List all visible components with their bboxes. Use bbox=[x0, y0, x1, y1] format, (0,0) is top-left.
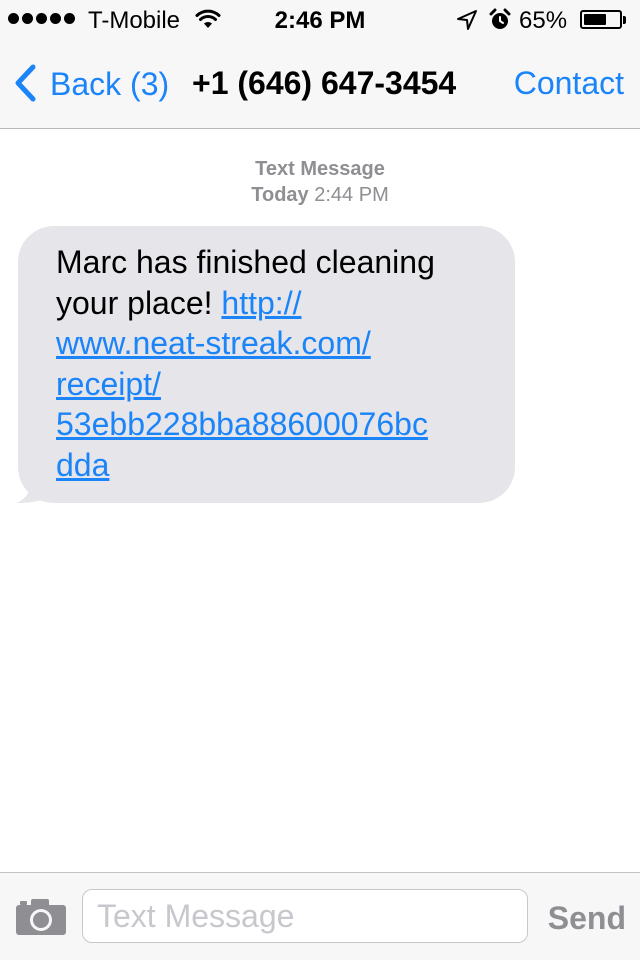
messages-screen: T-Mobile 2:46 PM 65% Back (3) +1 (646) 6… bbox=[0, 0, 640, 960]
alarm-clock-icon bbox=[489, 8, 511, 39]
service-label: Text Message bbox=[255, 158, 385, 180]
date-line: Today 2:44 PM bbox=[0, 182, 640, 208]
camera-icon[interactable] bbox=[16, 899, 66, 940]
link-line: dda bbox=[56, 446, 110, 483]
conversation-title: +1 (646) 647-3454 bbox=[192, 65, 457, 101]
time-label: 2:44 PM bbox=[314, 184, 389, 206]
header: T-Mobile 2:46 PM 65% Back (3) +1 (646) 6… bbox=[0, 0, 640, 129]
back-button[interactable]: Back (3) bbox=[14, 62, 169, 106]
location-arrow-icon bbox=[456, 9, 478, 38]
chevron-left-icon bbox=[14, 64, 36, 107]
message-input[interactable] bbox=[82, 889, 528, 943]
link-line: receipt/ bbox=[56, 365, 161, 402]
battery-icon bbox=[580, 10, 626, 29]
status-bar: T-Mobile 2:46 PM 65% bbox=[0, 0, 640, 40]
message-bubble-wrap: Marc has finished cleaning your place! h… bbox=[16, 226, 515, 503]
send-button[interactable]: Send bbox=[548, 900, 626, 937]
composer-bar: Send bbox=[0, 872, 640, 960]
link-line: http:// bbox=[221, 284, 302, 321]
link-line: 53ebb228bba88600076bc bbox=[56, 406, 428, 442]
message-text: Marc has finished cleaning your place! bbox=[56, 244, 435, 321]
link-line: www.neat-streak.com/ bbox=[56, 325, 371, 361]
thread-timestamp: Text Message Today 2:44 PM bbox=[0, 156, 640, 208]
incoming-message-bubble[interactable]: Marc has finished cleaning your place! h… bbox=[18, 226, 515, 503]
message-link[interactable]: http:// www.neat-streak.com/receipt/53ebb… bbox=[56, 285, 428, 483]
battery-percent: 65% bbox=[519, 7, 568, 34]
navigation-bar: Back (3) +1 (646) 647-3454 Contact bbox=[0, 40, 640, 128]
day-label: Today bbox=[251, 184, 309, 206]
contact-button[interactable]: Contact bbox=[514, 65, 624, 102]
back-label: Back (3) bbox=[50, 65, 170, 102]
